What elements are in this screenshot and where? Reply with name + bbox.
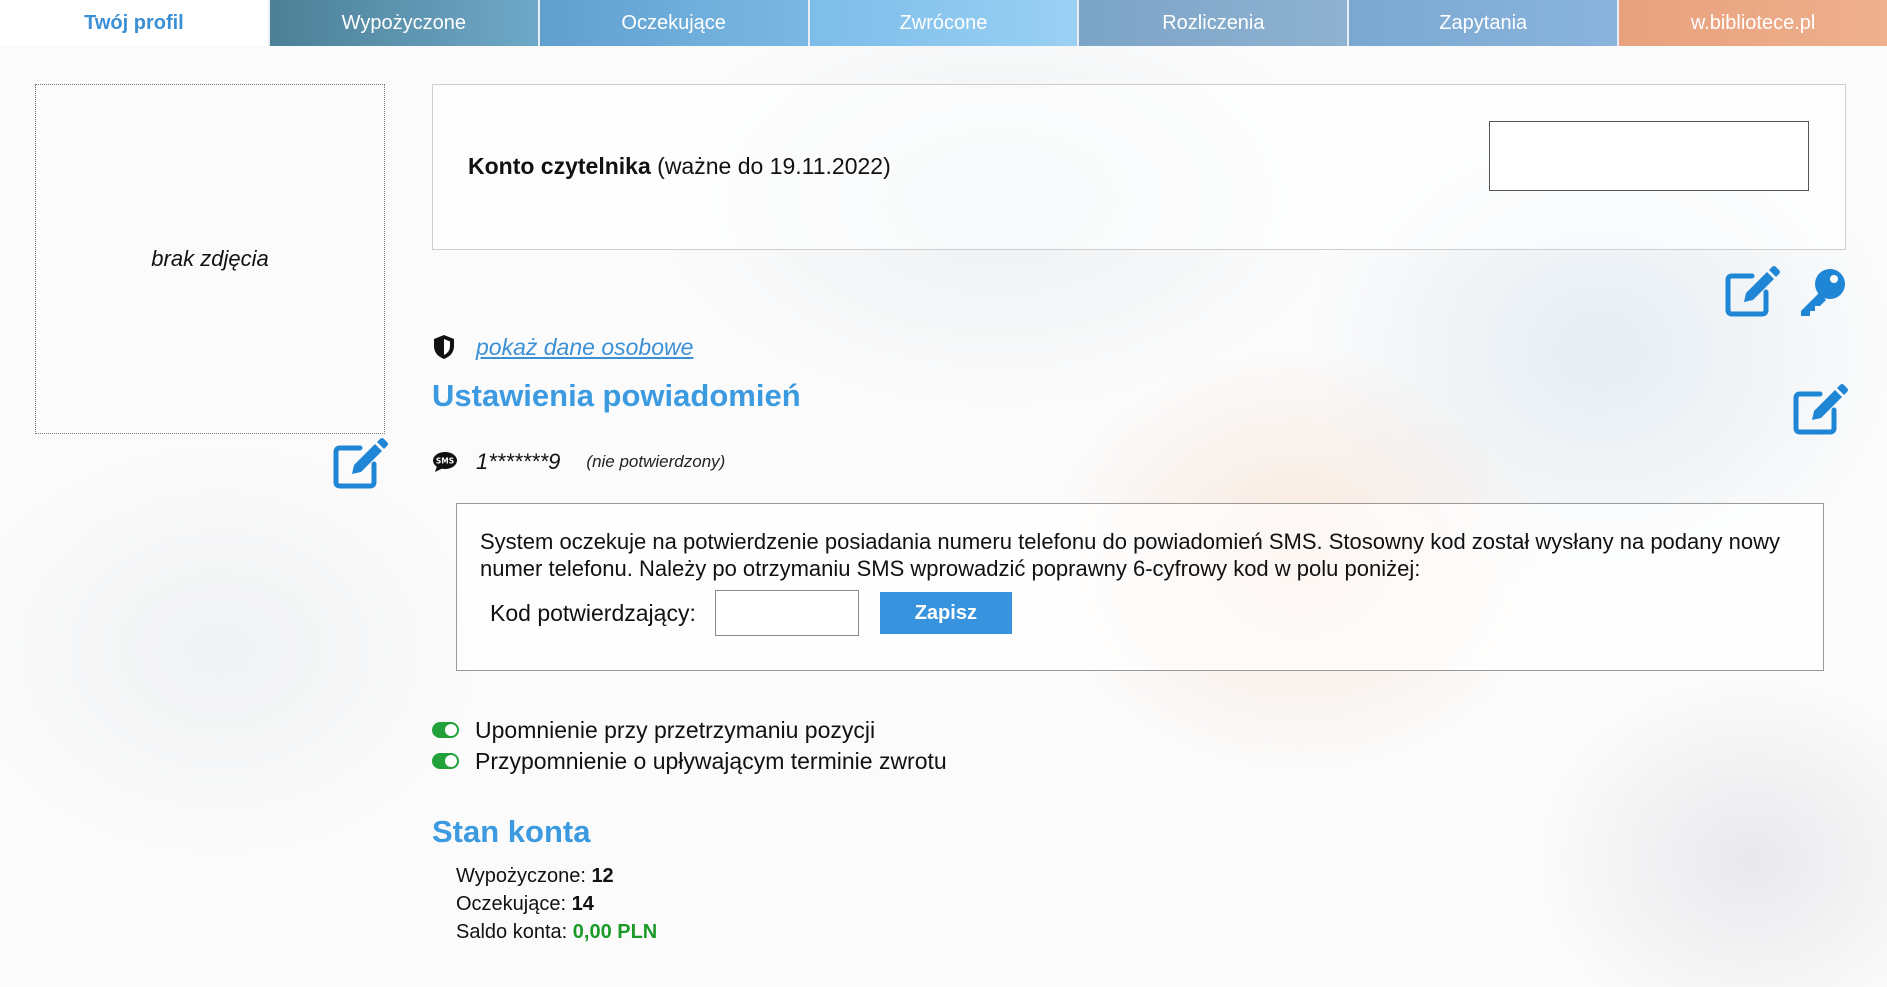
photo-placeholder-text: brak zdjęcia [151,246,269,271]
change-password-button[interactable] [1796,266,1850,318]
edit-photo-button[interactable] [332,438,388,490]
toggle-row-due-date: Przypomnienie o upływającym terminie zwr… [432,746,947,776]
overdue-reminder-label: Upomnienie przy przetrzymaniu pozycji [475,716,876,743]
svg-text:SMS: SMS [436,457,454,466]
show-personal-data-link[interactable]: pokaż dane osobowe [476,334,693,361]
pending-label: Oczekujące: [456,893,567,915]
phone-status: (nie potwierdzony) [586,452,726,471]
sms-phone-row: SMS 1*******9 (nie potwierdzony) [432,445,725,479]
sms-confirmation-text: System oczekuje na potwierdzenie posiada… [480,529,1780,581]
edit-icon [333,438,388,489]
tab-returned[interactable]: Zwrócone [809,0,1080,46]
edit-icon [1793,384,1848,435]
balance-row: Saldo konta: 0,00 PLN [456,918,657,946]
tab-settlements[interactable]: Rozliczenia [1079,0,1350,46]
shield-icon [434,335,454,359]
confirmation-code-label: Kod potwierdzający: [490,599,696,626]
pending-count-row: Oczekujące: 14 [456,890,657,918]
edit-account-button[interactable] [1724,266,1780,318]
balance-value: 0,00 PLN [572,921,658,943]
account-title: Konto czytelnika (ważne do 19.11.2022) [468,153,891,180]
notifications-heading: Ustawienia powiadomień [432,378,801,413]
profile-photo-box: brak zdjęcia [35,84,385,434]
borrowed-count-row: Wypożyczone: 12 [456,862,657,890]
phone-number: 1*******9 [476,449,561,474]
account-validity: (ważne do 19.11.2022) [657,153,891,179]
edit-icon [1725,266,1780,317]
tab-wbibliotece[interactable]: w.bibliotece.pl [1619,0,1887,46]
account-card-field[interactable] [1489,121,1809,191]
sms-confirmation-box: System oczekuje na potwierdzenie posiada… [456,503,1824,671]
due-date-reminder-toggle[interactable] [432,753,459,769]
key-icon [1801,269,1845,316]
due-date-reminder-label: Przypomnienie o upływającym terminie zwr… [475,747,947,774]
tab-borrowed[interactable]: Wypożyczone [269,0,540,46]
account-status-heading: Stan konta [432,814,591,849]
overdue-reminder-toggle[interactable] [432,722,459,738]
confirmation-code-input[interactable] [714,590,859,636]
account-title-label: Konto czytelnika [468,153,651,179]
edit-notifications-button[interactable] [1792,384,1848,436]
sms-icon: SMS [433,452,457,472]
personal-data-row: pokaż dane osobowe [432,330,693,364]
pending-value: 14 [571,893,594,915]
confirmation-code-row: Kod potwierdzający: Zapisz [490,590,1012,636]
borrowed-label: Wypożyczone: [456,865,586,887]
save-button[interactable]: Zapisz [879,592,1012,634]
balance-label: Saldo konta: [456,921,568,943]
tab-queries[interactable]: Zapytania [1349,0,1620,46]
account-status-list: Wypożyczone: 12 Oczekujące: 14 Saldo kon… [456,862,657,946]
reader-account-box: Konto czytelnika (ważne do 19.11.2022) [432,84,1846,250]
toggle-row-overdue: Upomnienie przy przetrzymaniu pozycji [432,715,875,745]
main-tabs: Twój profil Wypożyczone Oczekujące Zwróc… [0,0,1887,46]
tab-pending[interactable]: Oczekujące [539,0,810,46]
borrowed-value: 12 [591,865,614,887]
tab-profile[interactable]: Twój profil [0,0,270,46]
